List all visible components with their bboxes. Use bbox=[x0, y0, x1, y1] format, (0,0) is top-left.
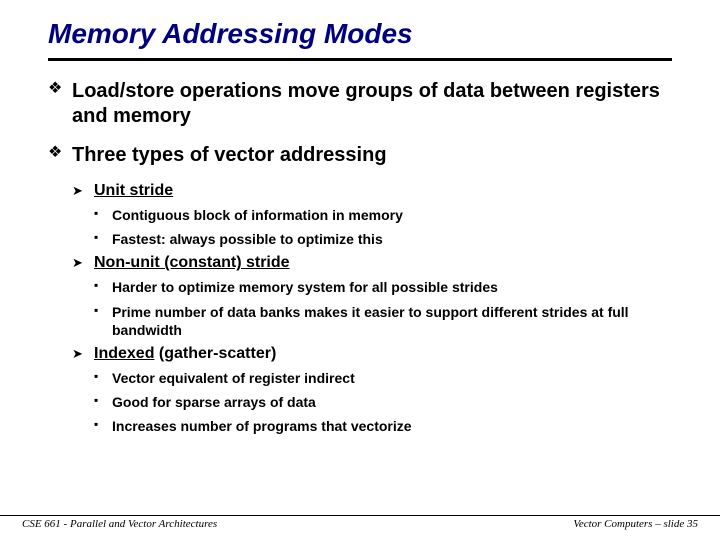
subheading: Indexed bbox=[94, 345, 154, 362]
bullet-lvl1: Load/store operations move groups of dat… bbox=[48, 79, 672, 129]
subheading: Unit stride bbox=[94, 182, 173, 199]
bullet-lvl3: Good for sparse arrays of data bbox=[94, 393, 672, 411]
bullet-lvl1: Three types of vector addressing bbox=[48, 143, 672, 168]
bullet-lvl2: Non-unit (constant) stride bbox=[72, 254, 672, 272]
bullet-lvl3: Prime number of data banks makes it easi… bbox=[94, 303, 672, 339]
bullet-lvl3: Fastest: always possible to optimize thi… bbox=[94, 230, 672, 248]
footer-left: CSE 661 - Parallel and Vector Architectu… bbox=[22, 518, 217, 530]
footer: CSE 661 - Parallel and Vector Architectu… bbox=[0, 515, 720, 530]
bullet-list: Load/store operations move groups of dat… bbox=[48, 79, 672, 436]
bullet-lvl3: Harder to optimize memory system for all… bbox=[94, 278, 672, 296]
bullet-lvl3: Contiguous block of information in memor… bbox=[94, 206, 672, 224]
bullet-lvl3: Increases number of programs that vector… bbox=[94, 417, 672, 435]
slide-title: Memory Addressing Modes bbox=[48, 18, 672, 61]
subheading: Non-unit (constant) stride bbox=[94, 254, 290, 271]
footer-right: Vector Computers – slide 35 bbox=[573, 518, 698, 530]
bullet-lvl2: Unit stride bbox=[72, 182, 672, 200]
bullet-lvl3: Vector equivalent of register indirect bbox=[94, 369, 672, 387]
slide: Memory Addressing Modes Load/store opera… bbox=[0, 0, 720, 436]
bullet-lvl2: Indexed (gather-scatter) bbox=[72, 345, 672, 363]
subheading-tail: (gather-scatter) bbox=[154, 345, 276, 362]
